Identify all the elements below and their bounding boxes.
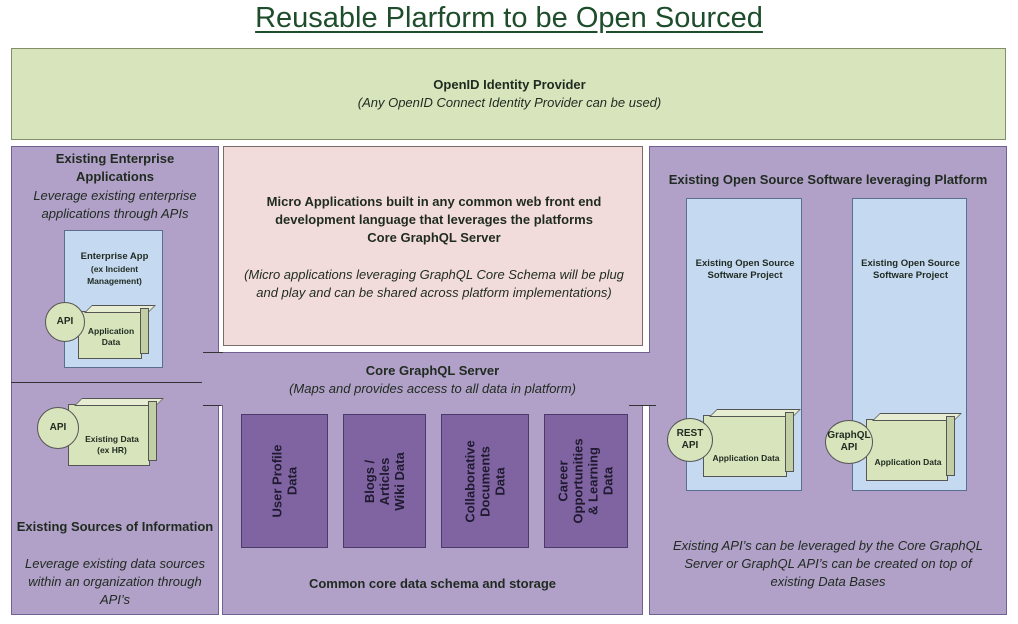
core-graphql-title: Core GraphQL Server [365, 363, 500, 378]
oss-project-1-label-2: Software Project [707, 270, 783, 281]
band-edge-right [629, 405, 656, 406]
sources-desc-3: API’s [99, 592, 131, 607]
band-edge-top-left [203, 352, 223, 353]
oss-project-1-data-label: Application Data [712, 453, 780, 463]
enterprise-desc-1: Leverage existing enterprise [33, 188, 197, 203]
enterprise-app-label-2: (ex Incident [90, 264, 139, 274]
page-title: Reusable Plarform to be Open Sourced [255, 2, 763, 34]
left-divider [11, 382, 202, 383]
micro-note-2: and play and can be shared across platfo… [256, 285, 612, 300]
graphql-api-circle: GraphQL API [825, 420, 873, 464]
store-collaborative-documents-label: Collaborative Documents Data [462, 439, 508, 523]
oss-project-2-data-cube: Application Data [866, 416, 955, 481]
core-graphql-subtitle: (Maps and provides access to all data in… [289, 381, 576, 396]
oss-project-2-data-label: Application Data [874, 457, 942, 467]
graphql-api-label-2: API [840, 442, 858, 453]
existing-data-cube: Existing Data (ex HR) [68, 401, 157, 466]
micro-note-1: (Micro applications leveraging GraphQL C… [244, 267, 624, 282]
enterprise-title-1: Existing Enterprise [55, 151, 175, 166]
enterprise-application-data-cube: Application Data [78, 308, 149, 359]
band-edge-left [203, 405, 221, 406]
existing-data-label-2: (ex HR) [97, 445, 127, 455]
rest-api-label-1: REST [676, 428, 704, 439]
store-collaborative-documents: Collaborative Documents Data [441, 414, 529, 548]
oss-project-2-label-1: Existing Open Source [861, 258, 960, 269]
rest-api-label: REST API [677, 428, 704, 452]
micro-applications-box: Micro Applications built in any common w… [223, 146, 643, 346]
sources-api-circle: API [37, 407, 79, 449]
enterprise-app-label-1: Enterprise App [80, 251, 149, 262]
enterprise-api-label: API [56, 316, 74, 327]
oss-note-3: existing Data Bases [770, 574, 886, 589]
micro-line-2: development language that leverages the … [275, 212, 593, 227]
sources-desc-1: Leverage existing data sources [25, 556, 205, 571]
store-career-learning: Career Opportunities & Learning Data [544, 414, 628, 548]
store-user-profile-label: User Profile Data [269, 444, 300, 518]
enterprise-data-label-1: Application [87, 326, 135, 336]
oss-title: Existing Open Source Software leveraging… [668, 172, 988, 187]
micro-line-1: Micro Applications built in any common w… [266, 194, 602, 209]
core-schema-label: Common core data schema and storage [308, 576, 557, 591]
sources-title: Existing Sources of Information [16, 519, 214, 534]
store-blogs-wiki: Blogs / Articles Wiki Data [343, 414, 426, 548]
oss-project-2-label-2: Software Project [873, 270, 948, 281]
identity-provider-box: OpenID Identity Provider (Any OpenID Con… [11, 48, 1006, 140]
sources-desc-2: within an organization through [28, 574, 202, 589]
enterprise-data-label-2: Data [101, 337, 121, 347]
rest-api-circle: REST API [667, 418, 713, 462]
identity-provider-title: OpenID Identity Provider [433, 77, 586, 92]
enterprise-title-2: Applications [75, 169, 154, 184]
rest-api-label-2: API [681, 440, 699, 451]
enterprise-desc-2: applications through APIs [41, 206, 189, 221]
graphql-api-label: GraphQL API [827, 430, 870, 454]
oss-note-1: Existing API’s can be leveraged by the C… [672, 538, 983, 553]
store-user-profile: User Profile Data [241, 414, 328, 548]
oss-project-1-label-1: Existing Open Source [695, 258, 795, 269]
oss-project-1-data-cube: Application Data [703, 412, 794, 477]
existing-data-label-1: Existing Data [85, 434, 139, 444]
oss-note-2: Server or GraphQL API’s can be created o… [684, 556, 972, 571]
identity-provider-subtitle: (Any OpenID Connect Identity Provider ca… [357, 95, 662, 110]
band-join-left [203, 353, 219, 405]
enterprise-api-circle: API [45, 302, 85, 342]
store-blogs-wiki-label: Blogs / Articles Wiki Data [362, 451, 407, 511]
graphql-api-label-1: GraphQL [827, 430, 871, 441]
sources-api-label: API [49, 422, 67, 433]
micro-line-3: Core GraphQL Server [367, 230, 501, 245]
store-career-learning-label: Career Opportunities & Learning Data [556, 438, 616, 524]
enterprise-app-label-3: Management) [87, 276, 142, 286]
